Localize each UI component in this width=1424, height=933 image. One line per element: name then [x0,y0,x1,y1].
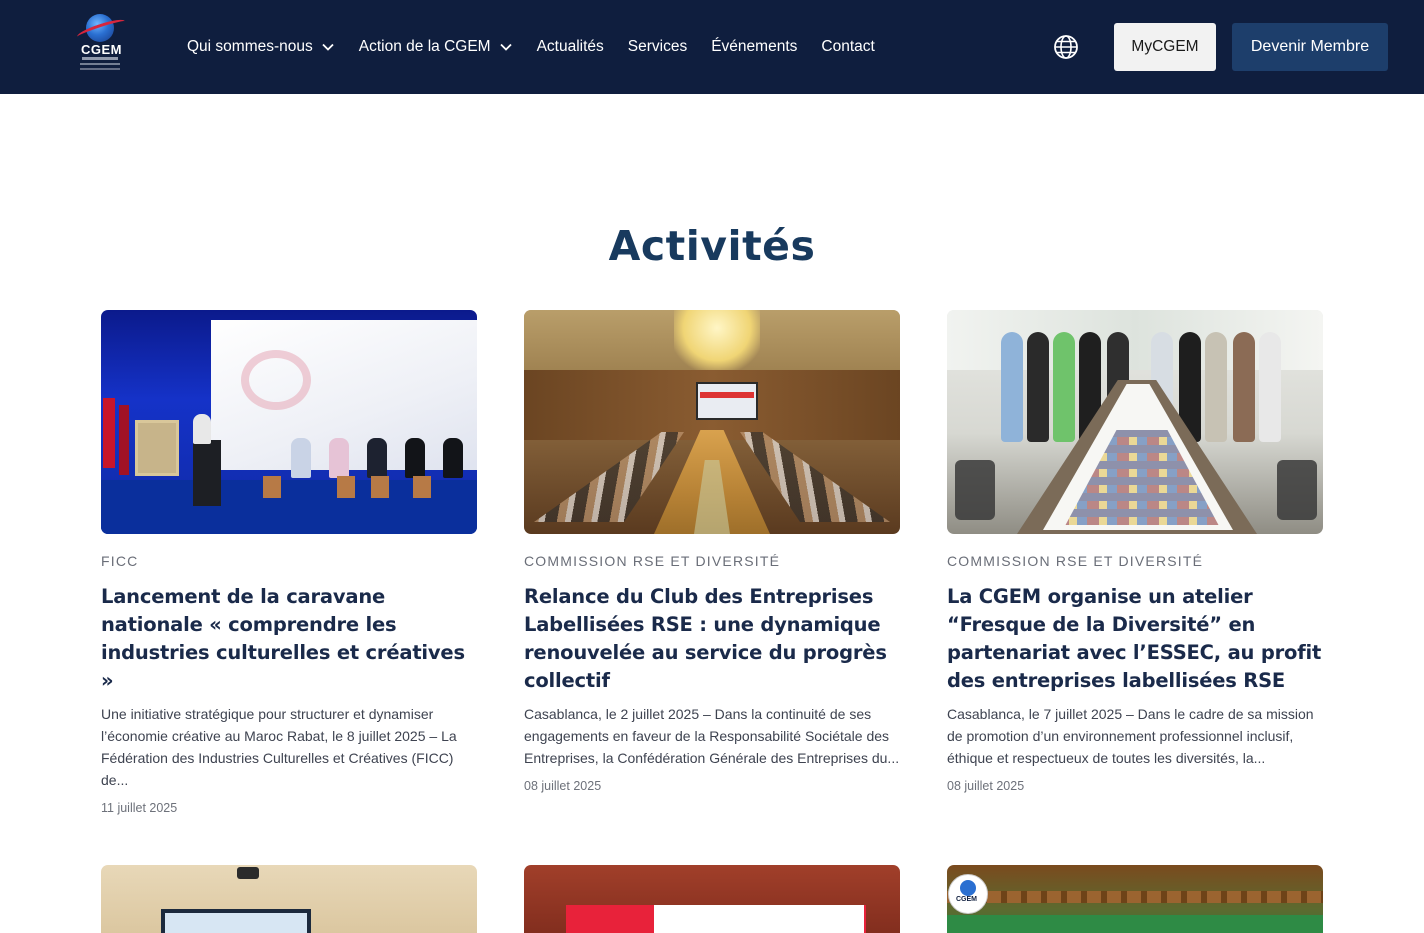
nav-item-actualites[interactable]: Actualités [537,38,604,56]
top-navbar: CGEM Qui sommes-nous Action de la CGEM A… [0,0,1424,94]
card-title-link[interactable]: Relance du Club des Entreprises Labellis… [524,583,900,695]
activity-card: COMMISSION RSE ET DIVERSITÉ Relance du C… [524,310,900,793]
activity-card-image[interactable] [947,310,1323,534]
activity-card-image[interactable] [524,865,900,933]
activity-card: FICC Lancement de la caravane nationale … [101,310,477,815]
logo-wordmark: CGEM [81,42,122,57]
activity-card-image[interactable] [524,310,900,534]
nav-item-services[interactable]: Services [628,38,687,56]
card-title-link[interactable]: Lancement de la caravane nationale « com… [101,583,477,695]
mycgem-button[interactable]: MyCGEM [1114,23,1216,71]
nav-item-label: Qui sommes-nous [187,38,313,55]
activity-card: COMMISSION RSE ET DIVERSITÉ La CGEM orga… [947,310,1323,793]
nav-item-action-cgem[interactable]: Action de la CGEM [359,38,513,56]
nav-item-qui-sommes-nous[interactable]: Qui sommes-nous [187,38,335,56]
cgem-logo[interactable]: CGEM [72,12,128,74]
card-date: 08 juillet 2025 [947,779,1025,793]
nav-item-label: Événements [711,38,798,55]
globe-icon[interactable] [1052,33,1080,61]
nav-item-label: Actualités [536,38,604,55]
activity-card-image[interactable]: CGEM [947,865,1323,933]
card-title-link[interactable]: La CGEM organise un atelier “Fresque de … [947,583,1323,695]
nav-item-label: Services [627,38,688,55]
nav-item-label: Action de la CGEM [358,38,491,55]
card-category: COMMISSION RSE ET DIVERSITÉ [947,553,1204,569]
nav-item-label: Contact [821,38,875,55]
nav-item-evenements[interactable]: Événements [711,38,797,56]
card-category: COMMISSION RSE ET DIVERSITÉ [524,553,781,569]
card-excerpt: Casablanca, le 2 juillet 2025 – Dans la … [524,706,900,766]
card-excerpt: Casablanca, le 7 juillet 2025 – Dans le … [947,706,1314,766]
page-title: Activités [608,222,816,270]
card-excerpt: Une initiative stratégique pour structur… [101,706,457,788]
card-category: FICC [101,553,139,569]
activity-card-image[interactable] [101,865,477,933]
chevron-down-icon [499,43,512,51]
card-date: 11 juillet 2025 [101,801,178,815]
chevron-down-icon [322,43,334,51]
become-member-button[interactable]: Devenir Membre [1232,23,1388,71]
card-date: 08 juillet 2025 [524,779,602,793]
cgem-badge-icon: CGEM [948,874,988,914]
main-nav: Qui sommes-nous Action de la CGEM Actual… [187,36,899,58]
badge-text: CGEM [956,896,977,903]
activity-card-image[interactable] [101,310,477,534]
nav-item-contact[interactable]: Contact [821,38,874,56]
